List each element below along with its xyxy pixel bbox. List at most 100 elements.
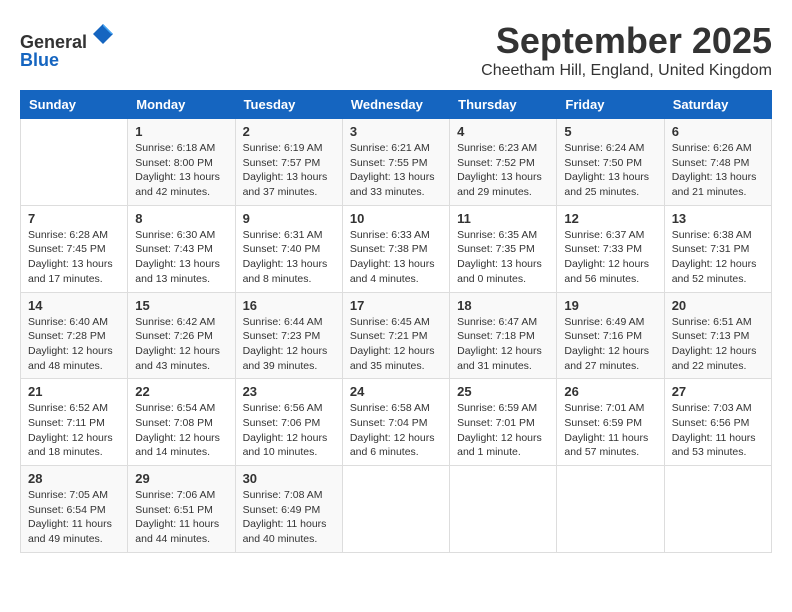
- table-row: 28 Sunrise: 7:05 AM Sunset: 6:54 PM Dayl…: [21, 466, 128, 553]
- day-number: 5: [564, 124, 656, 139]
- table-row: 15 Sunrise: 6:42 AM Sunset: 7:26 PM Dayl…: [128, 292, 235, 379]
- sunset: Sunset: 7:48 PM: [672, 157, 750, 169]
- day-info: Sunrise: 6:47 AM Sunset: 7:18 PM Dayligh…: [457, 315, 549, 374]
- sunset: Sunset: 7:31 PM: [672, 243, 750, 255]
- day-number: 19: [564, 298, 656, 313]
- location-title: Cheetham Hill, England, United Kingdom: [481, 62, 772, 80]
- sunset: Sunset: 7:57 PM: [243, 157, 321, 169]
- sunrise: Sunrise: 6:45 AM: [350, 316, 430, 328]
- day-number: 6: [672, 124, 764, 139]
- day-info: Sunrise: 6:19 AM Sunset: 7:57 PM Dayligh…: [243, 141, 335, 200]
- table-row: 12 Sunrise: 6:37 AM Sunset: 7:33 PM Dayl…: [557, 205, 664, 292]
- table-row: 19 Sunrise: 6:49 AM Sunset: 7:16 PM Dayl…: [557, 292, 664, 379]
- page-header: General Blue September 2025 Cheetham Hil…: [20, 20, 772, 80]
- table-row: 29 Sunrise: 7:06 AM Sunset: 6:51 PM Dayl…: [128, 466, 235, 553]
- daylight: Daylight: 12 hours and 43 minutes.: [135, 345, 220, 372]
- daylight: Daylight: 13 hours and 4 minutes.: [350, 258, 435, 285]
- sunrise: Sunrise: 6:23 AM: [457, 142, 537, 154]
- table-row: 24 Sunrise: 6:58 AM Sunset: 7:04 PM Dayl…: [342, 379, 449, 466]
- table-row: 6 Sunrise: 6:26 AM Sunset: 7:48 PM Dayli…: [664, 119, 771, 206]
- day-info: Sunrise: 6:54 AM Sunset: 7:08 PM Dayligh…: [135, 401, 227, 460]
- sunset: Sunset: 7:11 PM: [28, 417, 105, 429]
- daylight: Daylight: 13 hours and 8 minutes.: [243, 258, 328, 285]
- daylight: Daylight: 13 hours and 25 minutes.: [564, 171, 649, 198]
- col-tuesday: Tuesday: [235, 91, 342, 119]
- table-row: 9 Sunrise: 6:31 AM Sunset: 7:40 PM Dayli…: [235, 205, 342, 292]
- logo: General Blue: [20, 20, 117, 71]
- table-row: [557, 466, 664, 553]
- daylight: Daylight: 13 hours and 17 minutes.: [28, 258, 113, 285]
- table-row: 11 Sunrise: 6:35 AM Sunset: 7:35 PM Dayl…: [450, 205, 557, 292]
- daylight: Daylight: 12 hours and 14 minutes.: [135, 432, 220, 459]
- day-info: Sunrise: 6:21 AM Sunset: 7:55 PM Dayligh…: [350, 141, 442, 200]
- daylight: Daylight: 13 hours and 42 minutes.: [135, 171, 220, 198]
- sunset: Sunset: 7:45 PM: [28, 243, 106, 255]
- daylight: Daylight: 13 hours and 13 minutes.: [135, 258, 220, 285]
- col-sunday: Sunday: [21, 91, 128, 119]
- sunrise: Sunrise: 6:33 AM: [350, 229, 430, 241]
- table-row: 25 Sunrise: 6:59 AM Sunset: 7:01 PM Dayl…: [450, 379, 557, 466]
- day-info: Sunrise: 6:30 AM Sunset: 7:43 PM Dayligh…: [135, 228, 227, 287]
- day-info: Sunrise: 6:40 AM Sunset: 7:28 PM Dayligh…: [28, 315, 120, 374]
- daylight: Daylight: 12 hours and 6 minutes.: [350, 432, 435, 459]
- daylight: Daylight: 12 hours and 52 minutes.: [672, 258, 757, 285]
- daylight: Daylight: 12 hours and 31 minutes.: [457, 345, 542, 372]
- table-row: 14 Sunrise: 6:40 AM Sunset: 7:28 PM Dayl…: [21, 292, 128, 379]
- sunset: Sunset: 8:00 PM: [135, 157, 213, 169]
- day-info: Sunrise: 6:49 AM Sunset: 7:16 PM Dayligh…: [564, 315, 656, 374]
- sunset: Sunset: 7:21 PM: [350, 330, 428, 342]
- sunset: Sunset: 6:51 PM: [135, 504, 213, 516]
- daylight: Daylight: 12 hours and 18 minutes.: [28, 432, 113, 459]
- calendar-week-row: 7 Sunrise: 6:28 AM Sunset: 7:45 PM Dayli…: [21, 205, 772, 292]
- sunrise: Sunrise: 6:59 AM: [457, 402, 537, 414]
- sunrise: Sunrise: 7:01 AM: [564, 402, 644, 414]
- table-row: 7 Sunrise: 6:28 AM Sunset: 7:45 PM Dayli…: [21, 205, 128, 292]
- day-info: Sunrise: 6:23 AM Sunset: 7:52 PM Dayligh…: [457, 141, 549, 200]
- sunrise: Sunrise: 6:56 AM: [243, 402, 323, 414]
- sunset: Sunset: 7:28 PM: [28, 330, 106, 342]
- day-info: Sunrise: 6:37 AM Sunset: 7:33 PM Dayligh…: [564, 228, 656, 287]
- calendar-week-row: 21 Sunrise: 6:52 AM Sunset: 7:11 PM Dayl…: [21, 379, 772, 466]
- day-number: 1: [135, 124, 227, 139]
- sunrise: Sunrise: 6:28 AM: [28, 229, 108, 241]
- table-row: 8 Sunrise: 6:30 AM Sunset: 7:43 PM Dayli…: [128, 205, 235, 292]
- day-number: 4: [457, 124, 549, 139]
- sunset: Sunset: 7:52 PM: [457, 157, 535, 169]
- sunrise: Sunrise: 6:35 AM: [457, 229, 537, 241]
- calendar-table: Sunday Monday Tuesday Wednesday Thursday…: [20, 90, 772, 553]
- sunset: Sunset: 7:16 PM: [564, 330, 642, 342]
- daylight: Daylight: 13 hours and 33 minutes.: [350, 171, 435, 198]
- sunrise: Sunrise: 6:49 AM: [564, 316, 644, 328]
- sunrise: Sunrise: 6:31 AM: [243, 229, 323, 241]
- day-number: 24: [350, 384, 442, 399]
- day-info: Sunrise: 6:58 AM Sunset: 7:04 PM Dayligh…: [350, 401, 442, 460]
- sunset: Sunset: 7:55 PM: [350, 157, 428, 169]
- day-info: Sunrise: 7:06 AM Sunset: 6:51 PM Dayligh…: [135, 488, 227, 547]
- day-info: Sunrise: 6:52 AM Sunset: 7:11 PM Dayligh…: [28, 401, 120, 460]
- sunrise: Sunrise: 6:30 AM: [135, 229, 215, 241]
- table-row: [450, 466, 557, 553]
- col-friday: Friday: [557, 91, 664, 119]
- sunset: Sunset: 6:49 PM: [243, 504, 321, 516]
- daylight: Daylight: 11 hours and 49 minutes.: [28, 518, 112, 545]
- sunset: Sunset: 7:04 PM: [350, 417, 428, 429]
- title-section: September 2025 Cheetham Hill, England, U…: [481, 20, 772, 80]
- sunrise: Sunrise: 6:24 AM: [564, 142, 644, 154]
- table-row: 3 Sunrise: 6:21 AM Sunset: 7:55 PM Dayli…: [342, 119, 449, 206]
- daylight: Daylight: 11 hours and 44 minutes.: [135, 518, 219, 545]
- daylight: Daylight: 12 hours and 22 minutes.: [672, 345, 757, 372]
- daylight: Daylight: 12 hours and 35 minutes.: [350, 345, 435, 372]
- table-row: 17 Sunrise: 6:45 AM Sunset: 7:21 PM Dayl…: [342, 292, 449, 379]
- table-row: 30 Sunrise: 7:08 AM Sunset: 6:49 PM Dayl…: [235, 466, 342, 553]
- day-info: Sunrise: 6:44 AM Sunset: 7:23 PM Dayligh…: [243, 315, 335, 374]
- sunrise: Sunrise: 6:52 AM: [28, 402, 108, 414]
- day-info: Sunrise: 6:26 AM Sunset: 7:48 PM Dayligh…: [672, 141, 764, 200]
- daylight: Daylight: 11 hours and 57 minutes.: [564, 432, 648, 459]
- day-number: 27: [672, 384, 764, 399]
- sunset: Sunset: 7:33 PM: [564, 243, 642, 255]
- day-info: Sunrise: 6:45 AM Sunset: 7:21 PM Dayligh…: [350, 315, 442, 374]
- sunrise: Sunrise: 6:40 AM: [28, 316, 108, 328]
- sunset: Sunset: 7:40 PM: [243, 243, 321, 255]
- day-info: Sunrise: 7:03 AM Sunset: 6:56 PM Dayligh…: [672, 401, 764, 460]
- table-row: [664, 466, 771, 553]
